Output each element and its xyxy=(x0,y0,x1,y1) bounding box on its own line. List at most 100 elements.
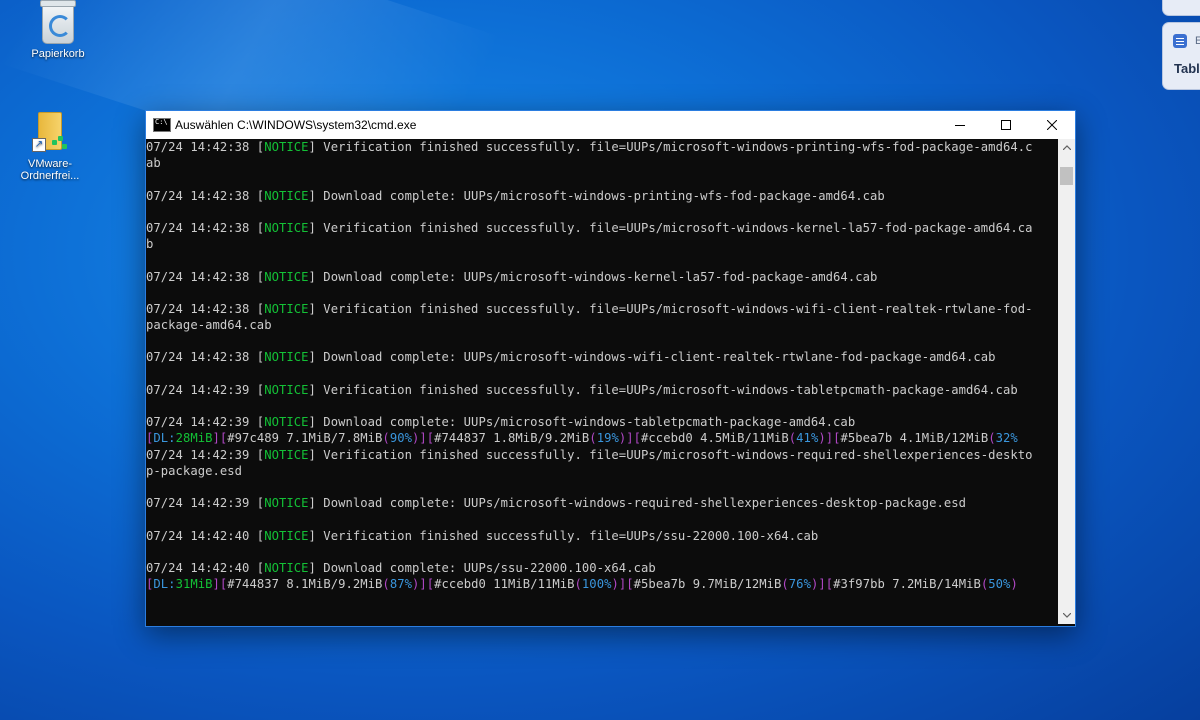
console-text-segment: NOTICE xyxy=(264,528,309,543)
console-line: p-package.esd xyxy=(146,463,1058,479)
console-text-segment: NOTICE xyxy=(264,188,309,203)
console-text-segment: 07/24 14:42:38 [ xyxy=(146,350,265,365)
scroll-down-button[interactable] xyxy=(1058,607,1075,624)
console-text-segment: ] Download complete: UUPs/microsoft-wind… xyxy=(308,415,856,430)
desktop-icon-label: Papierkorb xyxy=(31,48,85,60)
console-text-segment: #97c489 7.1MiB/7.8MiB xyxy=(227,431,383,446)
window-titlebar[interactable]: Auswählen C:\WINDOWS\system32\cmd.exe xyxy=(146,111,1075,139)
scroll-up-button[interactable] xyxy=(1058,139,1075,156)
console-text-segment: NOTICE xyxy=(264,350,309,365)
cmd-app-icon xyxy=(153,118,171,132)
console-text-segment: p-package.esd xyxy=(146,463,243,478)
console-text-segment: ( xyxy=(988,431,996,446)
console-text-segment: 90% xyxy=(389,431,412,446)
console-text-segment: ] Verification finished successfully. fi… xyxy=(308,220,1033,235)
console-text-segment: ] Download complete: UUPs/ssu-22000.100-… xyxy=(308,560,656,575)
desktop-icon-shared-folder[interactable]: ↗ VMware-Ordnerfrei... xyxy=(4,108,96,182)
console-text-segment: 41% xyxy=(796,431,819,446)
console-text-segment: ( xyxy=(781,577,789,592)
console-text-segment: )][ xyxy=(810,577,834,592)
console-text-segment: ( xyxy=(589,431,597,446)
console-text-segment: 28MiB xyxy=(175,431,213,446)
console-text-segment: 100% xyxy=(581,577,612,592)
console-text-segment: NOTICE xyxy=(264,447,309,462)
console-line: [DL:28MiB][#97c489 7.1MiB/7.8MiB(90%)][#… xyxy=(146,430,1058,446)
console-text-segment: )][ xyxy=(411,431,435,446)
console-text-segment: )][ xyxy=(611,577,634,592)
console-text-segment: ] Download complete: UUPs/microsoft-wind… xyxy=(308,496,967,511)
chevron-down-icon xyxy=(1062,613,1071,618)
console-text-segment: #5bea7b 9.7MiB/12MiB xyxy=(633,577,782,592)
widget-card-top[interactable] xyxy=(1162,0,1200,16)
table-icon xyxy=(1173,34,1187,48)
vertical-scrollbar[interactable] xyxy=(1058,139,1075,624)
console-text-segment: 07/24 14:42:39 [ xyxy=(146,415,265,430)
console-text-segment: NOTICE xyxy=(264,269,309,284)
console-text-segment: ) xyxy=(1010,577,1018,592)
console-text-segment: NOTICE xyxy=(264,220,309,235)
console-text-segment: 76% xyxy=(788,577,811,592)
console-text-segment: 07/24 14:42:38 [ xyxy=(146,220,265,235)
minimize-button[interactable] xyxy=(937,111,983,139)
console-text-segment: #3f97bb 7.2MiB/14MiB xyxy=(833,577,981,592)
console-text-segment: 07/24 14:42:38 [ xyxy=(146,301,265,316)
console-text-segment: NOTICE xyxy=(264,415,309,430)
console-text-segment: 07/24 14:42:38 [ xyxy=(146,269,265,284)
console-text-segment: ] Verification finished successfully. fi… xyxy=(308,301,1033,316)
scrollbar-thumb[interactable] xyxy=(1060,167,1073,185)
close-button[interactable] xyxy=(1029,111,1075,139)
console-text-segment: NOTICE xyxy=(264,560,309,575)
console-line: [DL:31MiB][#744837 8.1MiB/9.2MiB(87%)][#… xyxy=(146,576,1058,592)
console-text-segment: #ccebd0 4.5MiB/11MiB xyxy=(641,431,789,446)
console-text-segment: 07/24 14:42:39 [ xyxy=(146,496,265,511)
console-text-segment: ] Verification finished successfully. fi… xyxy=(308,140,1033,154)
console-line: ab xyxy=(146,155,1058,171)
cmd-window[interactable]: Auswählen C:\WINDOWS\system32\cmd.exe 07… xyxy=(145,110,1076,627)
console-text-segment: 07/24 14:42:39 [ xyxy=(146,382,265,397)
console-text-segment: 07/24 14:42:38 [ xyxy=(146,140,265,154)
console-text-segment: )][ xyxy=(618,431,642,446)
console-text-segment: ( xyxy=(382,577,390,592)
console-text-segment: ( xyxy=(382,431,390,446)
console-text-segment: ] Verification finished successfully. fi… xyxy=(308,528,819,543)
widget-card[interactable]: E Tabl xyxy=(1162,22,1200,90)
maximize-button[interactable] xyxy=(983,111,1029,139)
console-line: 07/24 14:42:38 [NOTICE] Verification fin… xyxy=(146,139,1058,155)
chevron-up-icon xyxy=(1062,145,1071,150)
console-text-segment: )][ xyxy=(818,431,841,446)
widget-header-label: E xyxy=(1195,35,1200,47)
console-line: 07/24 14:42:40 [NOTICE] Verification fin… xyxy=(146,528,1058,544)
desktop-icon-label: VMware-Ordnerfrei... xyxy=(20,158,80,182)
console-line: 07/24 14:42:40 [NOTICE] Download complet… xyxy=(146,560,1058,576)
console-line: package-amd64.cab xyxy=(146,317,1058,333)
console-text-segment: ] Download complete: UUPs/microsoft-wind… xyxy=(308,269,878,284)
console-text-segment: ][ xyxy=(212,431,228,446)
console-text-segment: ( xyxy=(574,577,582,592)
console-line: 07/24 14:42:38 [NOTICE] Verification fin… xyxy=(146,220,1058,236)
console-text-segment: NOTICE xyxy=(264,382,309,397)
console-text-segment: 87% xyxy=(389,577,412,592)
console-text-segment: DL: xyxy=(153,577,176,592)
console-output[interactable]: 07/24 14:42:38 [NOTICE] Verification fin… xyxy=(146,139,1058,624)
desktop-icon-recycle-bin[interactable]: Papierkorb xyxy=(12,0,104,60)
shortcut-arrow-icon: ↗ xyxy=(32,138,46,152)
console-text-segment: 50% xyxy=(988,577,1011,592)
console-text-segment: #5bea7b 4.1MiB/12MiB xyxy=(840,431,989,446)
console-text-segment: package-amd64.cab xyxy=(146,318,272,333)
console-text-segment: 07/24 14:42:40 [ xyxy=(146,560,265,575)
console-text-segment: 19% xyxy=(596,431,619,446)
console-text-segment: ] Verification finished successfully. fi… xyxy=(308,382,1018,397)
console-text-segment: ] Download complete: UUPs/microsoft-wind… xyxy=(308,350,996,365)
console-text-segment: NOTICE xyxy=(264,496,309,511)
console-text-segment: ] Verification finished successfully. fi… xyxy=(308,447,1033,462)
console-text-segment: ][ xyxy=(212,577,228,592)
console-text-segment: 32% xyxy=(995,431,1018,446)
